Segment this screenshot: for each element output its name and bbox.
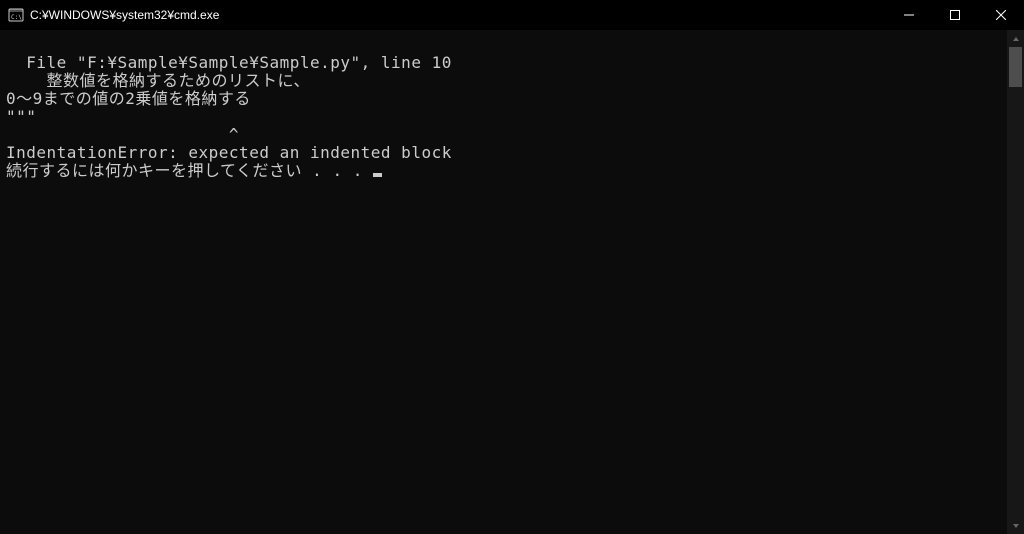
scroll-down-icon[interactable] [1007, 517, 1024, 534]
output-prompt-line: 続行するには何かキーを押してください . . . [6, 162, 1024, 180]
cursor-icon [373, 173, 382, 177]
prompt-text: 続行するには何かキーを押してください . . . [6, 161, 373, 180]
output-line: ^ [6, 126, 1024, 144]
window-titlebar[interactable]: C:\ C:¥WINDOWS¥system32¥cmd.exe [0, 0, 1024, 30]
svg-text:C:\: C:\ [11, 14, 22, 21]
scroll-up-icon[interactable] [1007, 30, 1024, 47]
output-line: 整数値を格納するためのリストに、 [6, 72, 1024, 90]
close-button[interactable] [978, 0, 1024, 29]
output-line: 0～9までの値の2乗値を格納する [6, 90, 1024, 108]
scroll-thumb[interactable] [1009, 47, 1022, 87]
window-controls [886, 0, 1024, 29]
titlebar-left: C:\ C:¥WINDOWS¥system32¥cmd.exe [8, 7, 219, 23]
output-line: """ [6, 108, 1024, 126]
cmd-icon: C:\ [8, 7, 24, 23]
vertical-scrollbar[interactable] [1007, 30, 1024, 534]
maximize-button[interactable] [932, 0, 978, 29]
minimize-button[interactable] [886, 0, 932, 29]
output-line: IndentationError: expected an indented b… [6, 144, 1024, 162]
output-line: File "F:¥Sample¥Sample¥Sample.py", line … [6, 54, 1024, 72]
terminal-output[interactable]: File "F:¥Sample¥Sample¥Sample.py", line … [0, 30, 1024, 534]
window-title: C:¥WINDOWS¥system32¥cmd.exe [30, 8, 219, 22]
